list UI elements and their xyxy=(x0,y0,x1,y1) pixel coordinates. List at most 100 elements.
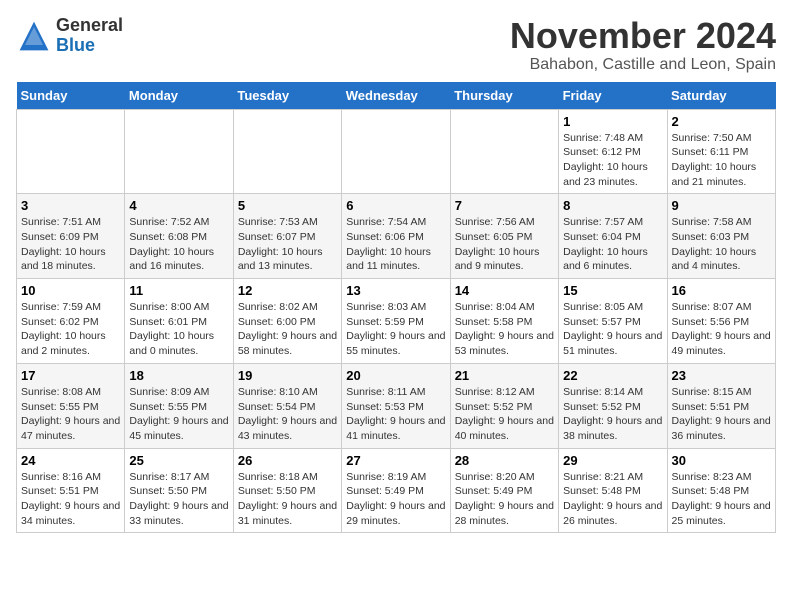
calendar-cell: 27 Sunrise: 8:19 AM Sunset: 5:49 PM Dayli… xyxy=(342,448,450,533)
day-info: Sunrise: 8:21 AM Sunset: 5:48 PM Dayligh… xyxy=(563,470,662,529)
calendar-cell: 18Sunrise: 8:09 AM Sunset: 5:55 PM Dayli… xyxy=(125,363,233,448)
day-info: Sunrise: 8:23 AM Sunset: 5:48 PM Dayligh… xyxy=(672,470,771,529)
calendar-body: 1 Sunrise: 7:48 AM Sunset: 6:12 PM Daylig… xyxy=(17,109,776,533)
calendar-cell: 13 Sunrise: 8:03 AM Sunset: 5:59 PM Dayli… xyxy=(342,279,450,364)
day-number: 8 xyxy=(563,198,662,213)
day-number: 29 xyxy=(563,453,662,468)
day-number: 16 xyxy=(672,283,771,298)
day-number: 14 xyxy=(455,283,554,298)
day-info: Sunrise: 7:58 AM Sunset: 6:03 PM Dayligh… xyxy=(672,215,771,274)
calendar-cell xyxy=(233,109,341,194)
day-info: Sunrise: 8:04 AM Sunset: 5:58 PM Dayligh… xyxy=(455,300,554,359)
day-info: Sunrise: 8:05 AM Sunset: 5:57 PM Dayligh… xyxy=(563,300,662,359)
day-number: 28 xyxy=(455,453,554,468)
day-number: 12 xyxy=(238,283,337,298)
logo-icon xyxy=(16,18,52,54)
day-info: Sunrise: 7:52 AM Sunset: 6:08 PM Dayligh… xyxy=(129,215,228,274)
day-number: 20 xyxy=(346,368,445,383)
calendar-cell: 24 Sunrise: 8:16 AM Sunset: 5:51 PM Dayli… xyxy=(17,448,125,533)
calendar-cell: 1 Sunrise: 7:48 AM Sunset: 6:12 PM Daylig… xyxy=(559,109,667,194)
month-title: November 2024 xyxy=(510,16,776,56)
calendar-week: 3 Sunrise: 7:51 AM Sunset: 6:09 PM Daylig… xyxy=(17,194,776,279)
day-info: Sunrise: 7:59 AM Sunset: 6:02 PM Dayligh… xyxy=(21,300,120,359)
day-info: Sunrise: 8:19 AM Sunset: 5:49 PM Dayligh… xyxy=(346,470,445,529)
day-info: Sunrise: 8:15 AM Sunset: 5:51 PM Dayligh… xyxy=(672,385,771,444)
calendar-cell xyxy=(450,109,558,194)
logo: General Blue xyxy=(16,16,123,56)
day-info: Sunrise: 8:02 AM Sunset: 6:00 PM Dayligh… xyxy=(238,300,337,359)
day-info: Sunrise: 7:48 AM Sunset: 6:12 PM Dayligh… xyxy=(563,131,662,190)
calendar-cell: 6 Sunrise: 7:54 AM Sunset: 6:06 PM Daylig… xyxy=(342,194,450,279)
day-of-week-header: Wednesday xyxy=(342,82,450,110)
calendar-cell: 10 Sunrise: 7:59 AM Sunset: 6:02 PM Dayli… xyxy=(17,279,125,364)
day-info: Sunrise: 8:20 AM Sunset: 5:49 PM Dayligh… xyxy=(455,470,554,529)
calendar-cell: 20Sunrise: 8:11 AM Sunset: 5:53 PM Dayli… xyxy=(342,363,450,448)
day-of-week-header: Thursday xyxy=(450,82,558,110)
day-number: 6 xyxy=(346,198,445,213)
location-title: Bahabon, Castille and Leon, Spain xyxy=(510,56,776,74)
day-number: 15 xyxy=(563,283,662,298)
calendar-table: SundayMondayTuesdayWednesdayThursdayFrid… xyxy=(16,82,776,534)
day-info: Sunrise: 7:51 AM Sunset: 6:09 PM Dayligh… xyxy=(21,215,120,274)
calendar-cell: 15 Sunrise: 8:05 AM Sunset: 5:57 PM Dayli… xyxy=(559,279,667,364)
day-number: 13 xyxy=(346,283,445,298)
calendar-header: SundayMondayTuesdayWednesdayThursdayFrid… xyxy=(17,82,776,110)
day-number: 9 xyxy=(672,198,771,213)
calendar-cell: 25Sunrise: 8:17 AM Sunset: 5:50 PM Dayli… xyxy=(125,448,233,533)
day-info: Sunrise: 8:10 AM Sunset: 5:54 PM Dayligh… xyxy=(238,385,337,444)
day-info: Sunrise: 8:17 AM Sunset: 5:50 PM Dayligh… xyxy=(129,470,228,529)
day-number: 19 xyxy=(238,368,337,383)
calendar-week: 24 Sunrise: 8:16 AM Sunset: 5:51 PM Dayli… xyxy=(17,448,776,533)
calendar-week: 1 Sunrise: 7:48 AM Sunset: 6:12 PM Daylig… xyxy=(17,109,776,194)
day-info: Sunrise: 8:18 AM Sunset: 5:50 PM Dayligh… xyxy=(238,470,337,529)
day-number: 30 xyxy=(672,453,771,468)
day-number: 7 xyxy=(455,198,554,213)
calendar-cell: 2 Sunrise: 7:50 AM Sunset: 6:11 PM Daylig… xyxy=(667,109,775,194)
calendar-cell: 28 Sunrise: 8:20 AM Sunset: 5:49 PM Dayli… xyxy=(450,448,558,533)
calendar-week: 17Sunrise: 8:08 AM Sunset: 5:55 PM Dayli… xyxy=(17,363,776,448)
day-of-week-header: Monday xyxy=(125,82,233,110)
calendar-cell: 30 Sunrise: 8:23 AM Sunset: 5:48 PM Dayli… xyxy=(667,448,775,533)
calendar-cell: 26 Sunrise: 8:18 AM Sunset: 5:50 PM Dayli… xyxy=(233,448,341,533)
day-info: Sunrise: 7:54 AM Sunset: 6:06 PM Dayligh… xyxy=(346,215,445,274)
logo-text: General Blue xyxy=(56,16,123,56)
calendar-cell: 5Sunrise: 7:53 AM Sunset: 6:07 PM Daylig… xyxy=(233,194,341,279)
calendar-cell: 9 Sunrise: 7:58 AM Sunset: 6:03 PM Daylig… xyxy=(667,194,775,279)
title-section: November 2024 Bahabon, Castille and Leon… xyxy=(510,16,776,74)
day-info: Sunrise: 8:07 AM Sunset: 5:56 PM Dayligh… xyxy=(672,300,771,359)
day-number: 3 xyxy=(21,198,120,213)
day-number: 24 xyxy=(21,453,120,468)
day-number: 2 xyxy=(672,114,771,129)
day-info: Sunrise: 8:08 AM Sunset: 5:55 PM Dayligh… xyxy=(21,385,120,444)
calendar-cell: 16 Sunrise: 8:07 AM Sunset: 5:56 PM Dayli… xyxy=(667,279,775,364)
day-info: Sunrise: 8:14 AM Sunset: 5:52 PM Dayligh… xyxy=(563,385,662,444)
calendar-cell: 19 Sunrise: 8:10 AM Sunset: 5:54 PM Dayli… xyxy=(233,363,341,448)
day-number: 21 xyxy=(455,368,554,383)
day-info: Sunrise: 8:03 AM Sunset: 5:59 PM Dayligh… xyxy=(346,300,445,359)
day-number: 4 xyxy=(129,198,228,213)
calendar-cell: 22 Sunrise: 8:14 AM Sunset: 5:52 PM Dayli… xyxy=(559,363,667,448)
calendar-cell: 14 Sunrise: 8:04 AM Sunset: 5:58 PM Dayli… xyxy=(450,279,558,364)
calendar-cell: 3 Sunrise: 7:51 AM Sunset: 6:09 PM Daylig… xyxy=(17,194,125,279)
page-header: General Blue November 2024 Bahabon, Cast… xyxy=(16,16,776,74)
day-number: 1 xyxy=(563,114,662,129)
day-number: 22 xyxy=(563,368,662,383)
day-of-week-header: Tuesday xyxy=(233,82,341,110)
calendar-cell: 29 Sunrise: 8:21 AM Sunset: 5:48 PM Dayli… xyxy=(559,448,667,533)
day-number: 26 xyxy=(238,453,337,468)
day-info: Sunrise: 8:12 AM Sunset: 5:52 PM Dayligh… xyxy=(455,385,554,444)
day-info: Sunrise: 8:00 AM Sunset: 6:01 PM Dayligh… xyxy=(129,300,228,359)
day-info: Sunrise: 7:53 AM Sunset: 6:07 PM Dayligh… xyxy=(238,215,337,274)
calendar-cell: 21 Sunrise: 8:12 AM Sunset: 5:52 PM Dayli… xyxy=(450,363,558,448)
day-of-week-header: Sunday xyxy=(17,82,125,110)
day-number: 10 xyxy=(21,283,120,298)
day-of-week-header: Saturday xyxy=(667,82,775,110)
day-info: Sunrise: 7:50 AM Sunset: 6:11 PM Dayligh… xyxy=(672,131,771,190)
day-number: 27 xyxy=(346,453,445,468)
day-info: Sunrise: 8:16 AM Sunset: 5:51 PM Dayligh… xyxy=(21,470,120,529)
calendar-cell xyxy=(342,109,450,194)
calendar-cell: 4 Sunrise: 7:52 AM Sunset: 6:08 PM Daylig… xyxy=(125,194,233,279)
day-number: 23 xyxy=(672,368,771,383)
day-info: Sunrise: 8:09 AM Sunset: 5:55 PM Dayligh… xyxy=(129,385,228,444)
calendar-cell xyxy=(17,109,125,194)
